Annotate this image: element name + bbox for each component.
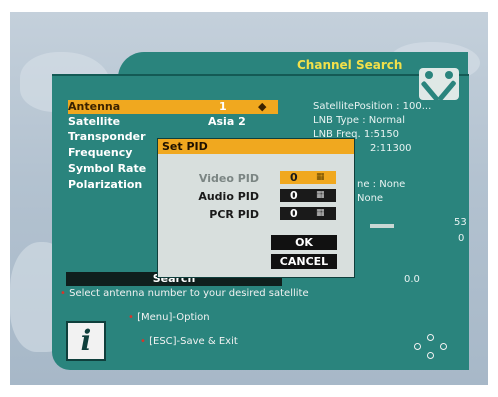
help-panel bbox=[52, 302, 469, 370]
setting-row-antenna[interactable]: Antenna 1 ◆ bbox=[68, 100, 278, 114]
tools-icon bbox=[419, 68, 459, 102]
cancel-button[interactable]: CANCEL bbox=[271, 254, 337, 269]
video-pid-input[interactable]: 0 ▦ bbox=[280, 171, 336, 184]
setting-label: Frequency bbox=[68, 146, 133, 159]
dialog-title: Set PID bbox=[158, 139, 354, 154]
setting-row-satellite[interactable]: Satellite Asia 2 bbox=[68, 115, 278, 129]
setting-label: Polarization bbox=[68, 178, 143, 191]
signal-value: 0 bbox=[458, 233, 465, 244]
page-title: Channel Search bbox=[297, 58, 403, 72]
signal-bar bbox=[370, 224, 394, 228]
left-right-arrows-icon[interactable]: ◆ bbox=[258, 100, 266, 113]
setting-label: Transponder bbox=[68, 130, 146, 143]
signal-value: 53 bbox=[454, 217, 467, 228]
setting-label: Antenna bbox=[68, 100, 121, 113]
info-lnb-type: LNB Type : Normal bbox=[313, 115, 405, 126]
setting-value: Asia 2 bbox=[208, 115, 246, 128]
setting-label: Symbol Rate bbox=[68, 162, 147, 175]
info-satellite-position: SatellitePosition : 100... bbox=[313, 101, 432, 112]
help-text: • Select antenna number to your desired … bbox=[60, 288, 309, 299]
info-line: None bbox=[357, 193, 384, 204]
set-pid-dialog: Set PID Video PID 0 ▦ Audio PID 0 ▦ PCR … bbox=[157, 138, 355, 278]
pcr-pid-label: PCR PID bbox=[209, 208, 259, 221]
audio-pid-input[interactable]: 0 ▦ bbox=[280, 189, 336, 202]
info-line: ne : None bbox=[357, 179, 406, 190]
setting-value: 1 bbox=[219, 100, 227, 113]
info-lnb-freq-2: 2:11300 bbox=[370, 143, 412, 154]
grid-icon: ▦ bbox=[316, 208, 325, 218]
ok-button[interactable]: OK bbox=[271, 235, 337, 250]
pcr-pid-input[interactable]: 0 ▦ bbox=[280, 207, 336, 220]
setting-label: Satellite bbox=[68, 115, 121, 128]
audio-pid-label: Audio PID bbox=[198, 190, 259, 203]
esc-hint: • [ESC]-Save & Exit bbox=[140, 336, 238, 347]
bottom-value: 0.0 bbox=[404, 274, 420, 285]
menu-hint: • [Menu]-Option bbox=[128, 312, 210, 323]
info-icon: i bbox=[66, 321, 106, 361]
grid-icon: ▦ bbox=[316, 172, 325, 182]
navigation-dots-icon bbox=[414, 334, 448, 360]
video-pid-label: Video PID bbox=[198, 172, 259, 185]
grid-icon: ▦ bbox=[316, 190, 325, 200]
